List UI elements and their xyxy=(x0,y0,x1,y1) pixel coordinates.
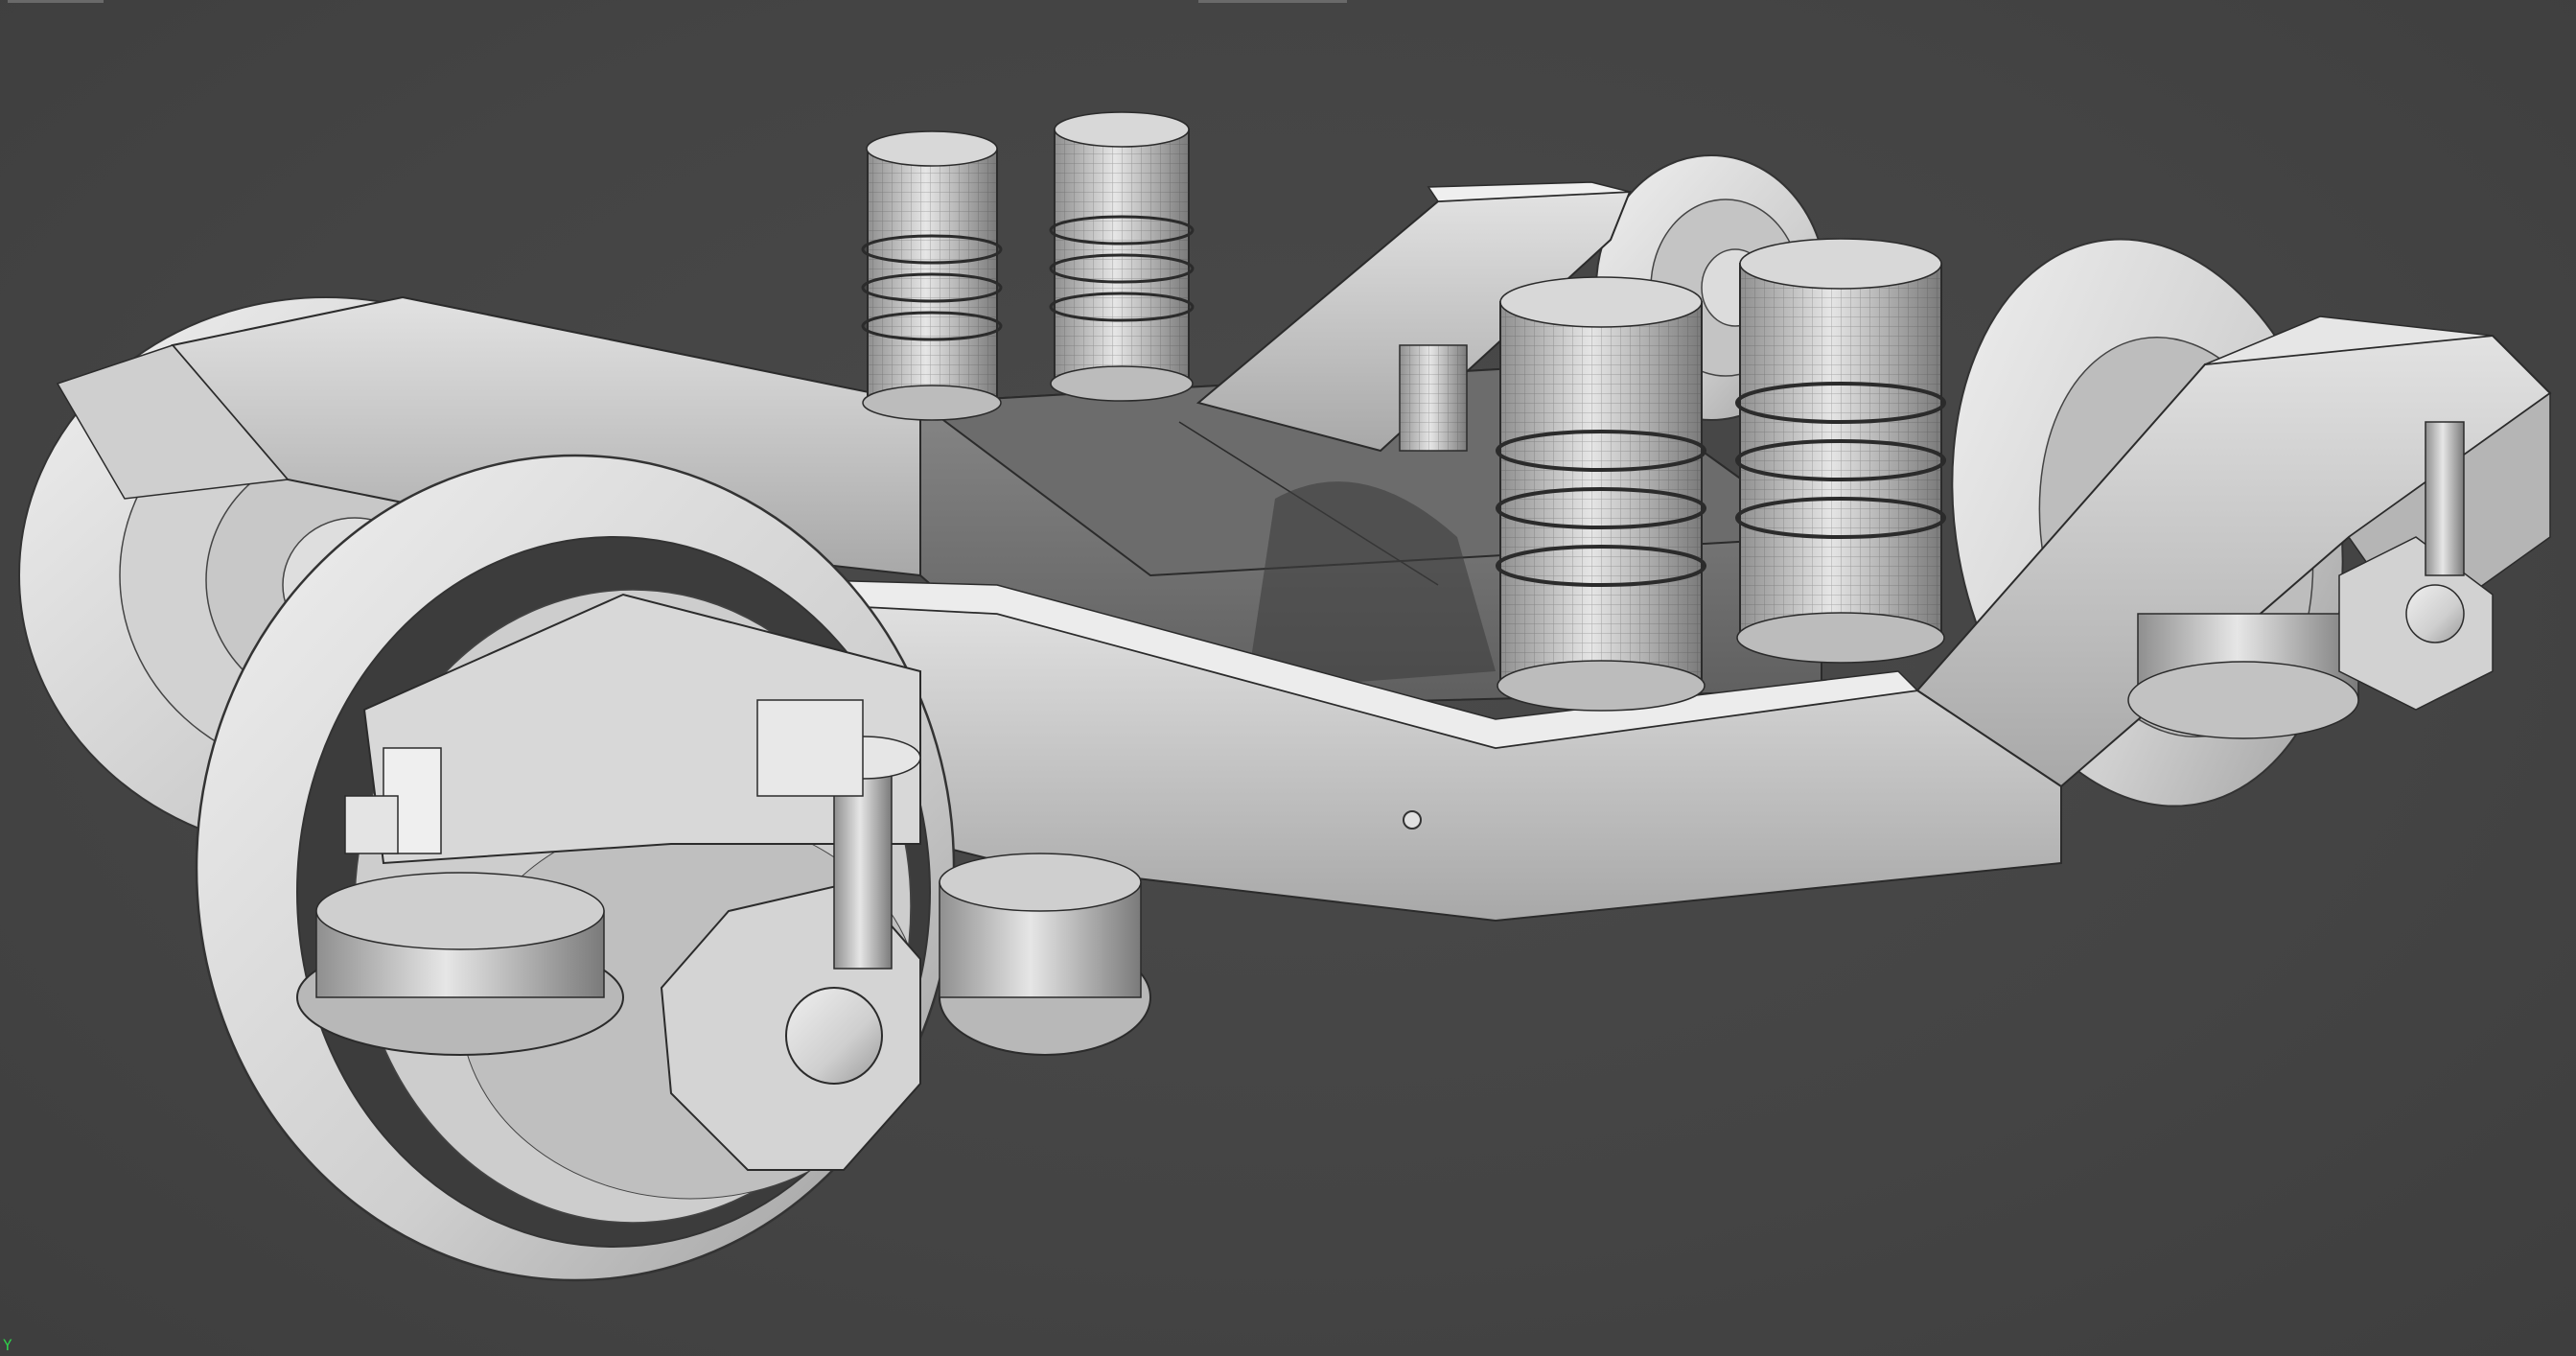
air-spring-2 xyxy=(1049,111,1195,402)
air-spring-4 xyxy=(1735,238,1946,664)
3d-viewport[interactable]: Y xyxy=(0,0,2576,1356)
air-spring-1 xyxy=(861,130,1003,421)
air-spring-rear-small xyxy=(1399,344,1468,452)
air-spring-3 xyxy=(1496,276,1706,712)
axis-y-indicator-icon: Y xyxy=(3,1336,12,1354)
bogie-3d-model[interactable] xyxy=(0,0,2576,1356)
